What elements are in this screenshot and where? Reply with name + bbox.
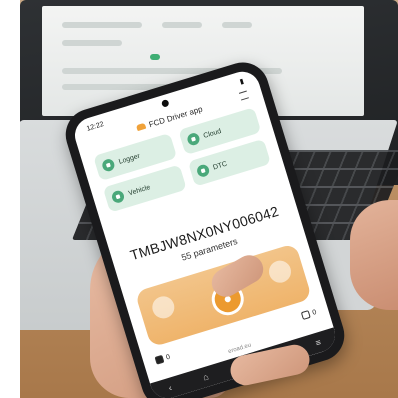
vehicle-icon [110, 189, 126, 205]
left-counter-value: 0 [165, 353, 171, 362]
laptop-screen-line [62, 40, 122, 46]
card-right-icon[interactable] [266, 257, 294, 286]
laptop-screen-indicator [150, 54, 160, 60]
laptop-screen-line [62, 22, 142, 28]
back-icon[interactable]: ‹ [167, 383, 173, 393]
tile-label: Cloud [202, 127, 223, 140]
battery-icon: ▮ [239, 78, 245, 86]
logger-icon [100, 157, 116, 173]
card-left-icon[interactable] [149, 293, 178, 322]
laptop-screen-line [222, 22, 252, 28]
cloud-icon [185, 131, 201, 147]
laptop-screen-line [162, 22, 202, 28]
photo: 12:22 ▮ FCD Driver app Logger Cloud Vehi… [20, 0, 398, 398]
dtc-icon [195, 163, 211, 179]
right-counter-value: 0 [311, 308, 318, 317]
tile-label: Logger [117, 152, 141, 166]
home-icon[interactable]: ⌂ [202, 371, 210, 382]
right-hand [350, 200, 398, 310]
photo-scene: 12:22 ▮ FCD Driver app Logger Cloud Vehi… [0, 0, 398, 398]
counter-icon [154, 354, 165, 365]
app-logo-icon [135, 122, 147, 132]
right-counter: 0 [300, 308, 318, 320]
counter-icon [300, 310, 311, 320]
tile-label: DTC [212, 160, 228, 172]
tile-label: Vehicle [127, 183, 152, 197]
more-icon[interactable]: ≡ [314, 337, 322, 348]
left-counter: 0 [154, 353, 171, 365]
